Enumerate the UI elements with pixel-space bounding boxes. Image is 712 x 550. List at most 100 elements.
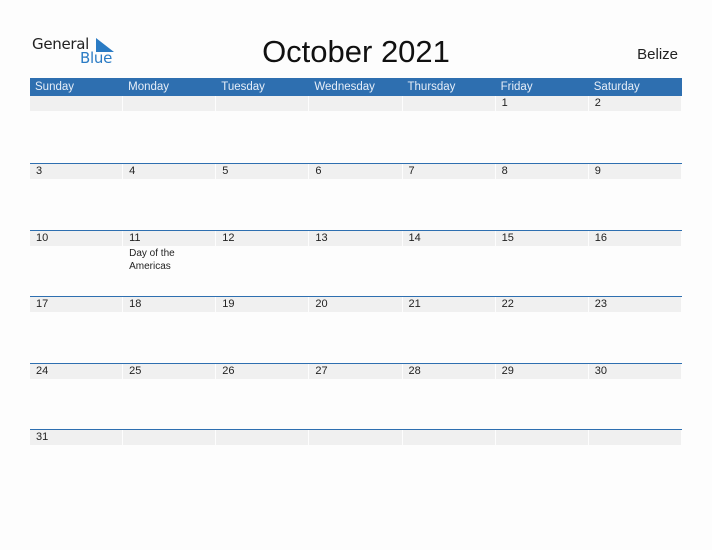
day-cell[interactable]: 18	[123, 297, 216, 363]
day-number	[123, 430, 216, 445]
day-cell[interactable]: 6	[309, 164, 402, 230]
day-number: 27	[309, 363, 402, 379]
day-cell[interactable]: 29	[495, 363, 589, 430]
day-cell[interactable]: 14	[402, 230, 496, 297]
day-cell	[123, 96, 216, 163]
day-cell[interactable]: 12	[216, 230, 309, 297]
day-number: 23	[588, 297, 681, 312]
day-number: 24	[30, 363, 123, 379]
day-cell[interactable]: 13	[309, 230, 402, 297]
week-row: 10 11 Day of the Americas 12 13 14 15 16	[30, 229, 682, 297]
day-cell[interactable]: 28	[402, 363, 496, 430]
day-cell[interactable]: 11 Day of the Americas	[123, 230, 216, 297]
day-cell[interactable]: 15	[495, 230, 589, 297]
day-cell	[402, 96, 496, 163]
day-number: 11	[123, 230, 216, 246]
day-cell[interactable]: 26	[216, 363, 309, 430]
day-cell[interactable]: 22	[495, 297, 589, 363]
week-row: 17 18 19 20 21 22 23	[30, 296, 682, 363]
day-cell[interactable]: 19	[216, 297, 309, 363]
holiday-label: Day of the Americas	[129, 247, 175, 272]
day-cell[interactable]: 31	[30, 430, 123, 445]
day-number	[402, 430, 495, 445]
day-number: 4	[123, 164, 216, 179]
weekday-sunday: Sunday	[35, 81, 75, 93]
day-number	[216, 430, 309, 445]
day-number: 6	[309, 164, 402, 179]
day-cell[interactable]: 5	[216, 164, 309, 230]
weekday-header: Sunday Monday Tuesday Wednesday Thursday Frid…	[30, 78, 682, 96]
day-number: 3	[30, 164, 123, 179]
day-number: 5	[216, 164, 309, 179]
weekday-thursday: Thursday	[407, 81, 456, 93]
day-cell	[30, 96, 123, 163]
day-number: 25	[123, 363, 216, 379]
week-row: 24 25 26 27 28 29 30	[30, 362, 682, 430]
day-number: 21	[402, 297, 495, 312]
day-cell[interactable]: 4	[123, 164, 216, 230]
day-number	[309, 96, 402, 111]
day-number: 1	[495, 96, 588, 111]
day-number: 16	[588, 230, 681, 246]
day-cell	[216, 430, 309, 445]
day-number: 22	[495, 297, 588, 312]
day-number	[30, 96, 123, 111]
day-number	[123, 96, 216, 111]
day-number: 2	[588, 96, 681, 111]
day-cell[interactable]: 16	[588, 230, 682, 297]
day-number: 10	[30, 230, 123, 246]
day-cell[interactable]: 7	[402, 164, 496, 230]
day-number: 9	[588, 164, 681, 179]
day-number: 17	[30, 297, 123, 312]
week-row: 3456789	[30, 163, 682, 230]
day-number: 19	[216, 297, 309, 312]
day-cell	[402, 430, 496, 445]
day-cell[interactable]: 3	[30, 164, 123, 230]
day-number: 14	[402, 230, 495, 246]
day-cell[interactable]: 9	[588, 164, 682, 230]
day-cell	[123, 430, 216, 445]
day-number: 20	[309, 297, 402, 312]
day-cell[interactable]: 30	[588, 363, 682, 430]
day-number: 7	[402, 164, 495, 179]
day-cell	[588, 430, 682, 445]
day-cell[interactable]: 1	[495, 96, 589, 163]
day-number	[588, 430, 681, 445]
week-row: 12	[30, 96, 682, 163]
weekday-saturday: Saturday	[593, 81, 640, 93]
day-number: 31	[30, 430, 123, 445]
day-number: 12	[216, 230, 309, 246]
day-cell	[309, 96, 402, 163]
day-number: 30	[588, 363, 681, 379]
day-number: 15	[495, 230, 588, 246]
day-number	[216, 96, 309, 111]
day-cell[interactable]: 10	[30, 230, 123, 297]
day-number: 28	[402, 363, 495, 379]
day-cell[interactable]: 2	[588, 96, 682, 163]
day-number	[495, 430, 588, 445]
day-cell[interactable]: 21	[402, 297, 496, 363]
day-number	[402, 96, 495, 111]
calendar-title: October 2021	[262, 34, 450, 69]
day-cell[interactable]: 8	[495, 164, 589, 230]
day-cell	[309, 430, 402, 445]
day-cell[interactable]: 23	[588, 297, 682, 363]
day-cell[interactable]: 27	[309, 363, 402, 430]
day-number: 13	[309, 230, 402, 246]
day-cell[interactable]: 24	[30, 363, 123, 430]
calendar-grid: Sunday Monday Tuesday Wednesday Thursday Frid…	[30, 78, 682, 445]
day-cell	[495, 430, 589, 445]
week-row: 31	[30, 429, 682, 445]
weekday-monday: Monday	[128, 81, 170, 93]
day-cell[interactable]: 25	[123, 363, 216, 430]
day-cell[interactable]: 17	[30, 297, 123, 363]
day-number: 26	[216, 363, 309, 379]
day-number: 29	[495, 363, 588, 379]
day-number	[309, 430, 402, 445]
day-cell	[216, 96, 309, 163]
day-number: 18	[123, 297, 216, 312]
day-cell[interactable]: 20	[309, 297, 402, 363]
day-number: 8	[495, 164, 588, 179]
country-label: Belize	[637, 46, 678, 63]
weekday-wednesday: Wednesday	[314, 81, 375, 93]
